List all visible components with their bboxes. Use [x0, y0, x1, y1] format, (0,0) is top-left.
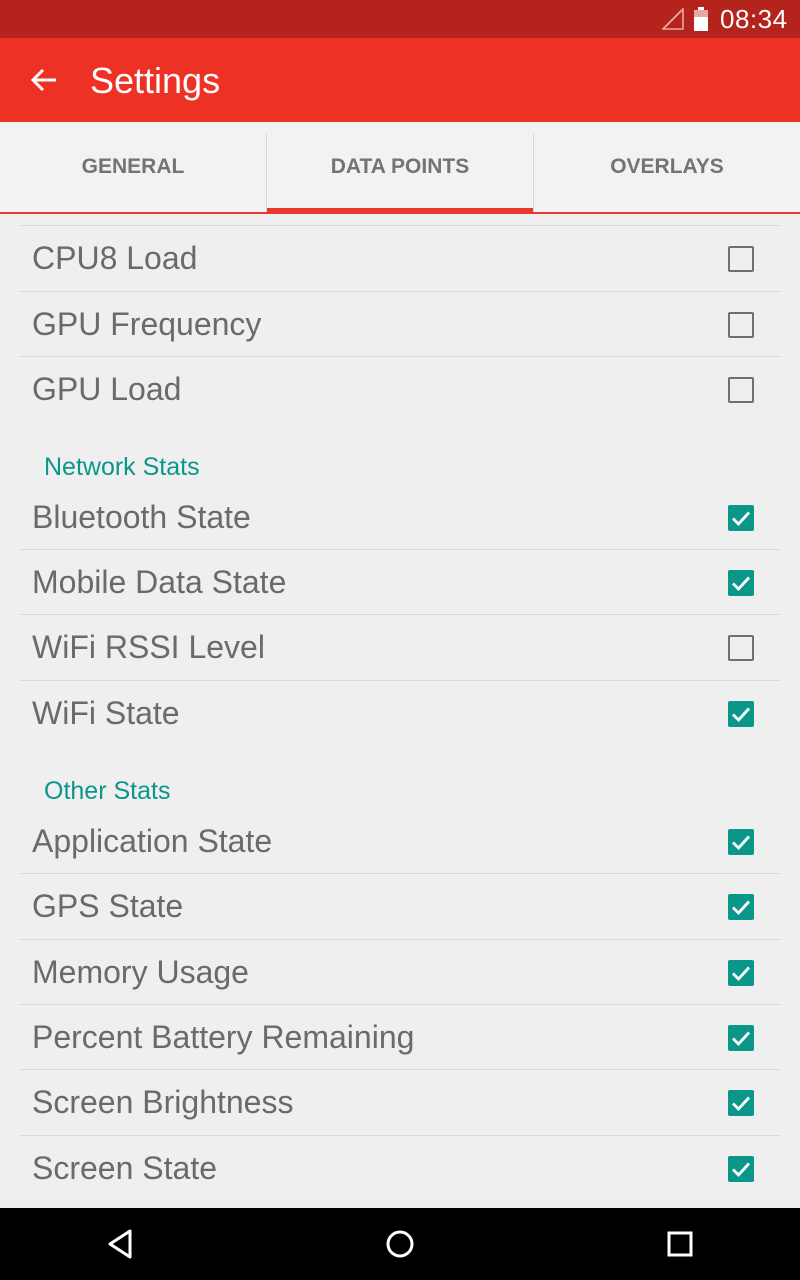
list-item-screen-state[interactable]: Screen State [20, 1136, 780, 1201]
tab-overlays[interactable]: OVERLAYS [534, 122, 800, 212]
checkmark-icon [732, 1096, 751, 1112]
checkmark-icon [732, 900, 751, 916]
checkbox[interactable] [728, 312, 754, 338]
list-item-application-state[interactable]: Application State [20, 809, 780, 874]
checkbox[interactable] [728, 1156, 754, 1182]
checkbox[interactable] [728, 505, 754, 531]
tab-bar: GENERAL DATA POINTS OVERLAYS [0, 122, 800, 214]
list-item-wifi-state[interactable]: WiFi State [20, 681, 780, 746]
list-item-label: GPS State [32, 888, 184, 924]
list-item-cpu8-load[interactable]: CPU8 Load [20, 226, 780, 291]
list-item-label: Application State [32, 823, 273, 859]
section-header-other-stats: Other Stats [44, 777, 171, 805]
list-item-percent-battery-remaining[interactable]: Percent Battery Remaining [20, 1005, 780, 1070]
list-item-label: Screen Brightness [32, 1084, 294, 1120]
list-item-screen-brightness[interactable]: Screen Brightness [20, 1070, 780, 1135]
list-item-wifi-rssi-level[interactable]: WiFi RSSI Level [20, 615, 780, 680]
checkmark-icon [732, 576, 751, 592]
checkmark-icon [732, 1031, 751, 1047]
battery-icon [694, 7, 708, 31]
tab-label: GENERAL [81, 155, 185, 178]
list-item-label: Memory Usage [32, 954, 249, 990]
list-item-memory-usage[interactable]: Memory Usage [20, 940, 780, 1005]
checkbox[interactable] [728, 829, 754, 855]
tab-data-points[interactable]: DATA POINTS [267, 122, 533, 214]
home-circle-icon[interactable] [382, 1226, 418, 1262]
checkbox[interactable] [728, 1090, 754, 1116]
signal-icon [662, 8, 684, 30]
checkmark-icon [732, 835, 751, 851]
system-nav-bar [0, 1208, 800, 1280]
list-item-label: CPU8 Load [32, 240, 198, 276]
tab-general[interactable]: GENERAL [0, 122, 266, 212]
list-item-mobile-data-state[interactable]: Mobile Data State [20, 550, 780, 615]
status-time: 08:34 [720, 4, 788, 34]
list-item-label: Percent Battery Remaining [32, 1019, 415, 1055]
back-triangle-icon[interactable] [102, 1226, 138, 1262]
back-button[interactable] [24, 60, 64, 100]
checkbox[interactable] [728, 701, 754, 727]
tab-label: DATA POINTS [330, 155, 470, 178]
list-item-label: GPU Frequency [32, 306, 262, 342]
checkmark-icon [732, 966, 751, 982]
status-bar: 08:34 [0, 0, 800, 38]
list-item-label: WiFi State [32, 695, 180, 731]
list-item-label: Bluetooth State [32, 499, 251, 535]
arrow-left-icon [30, 68, 56, 92]
list-item-label: Mobile Data State [32, 564, 287, 600]
section-header-network-stats: Network Stats [44, 453, 200, 481]
list-item-label: Screen State [32, 1150, 217, 1186]
tab-label: OVERLAYS [610, 155, 724, 178]
checkbox[interactable] [728, 246, 754, 272]
recents-square-icon[interactable] [662, 1226, 698, 1262]
list-item-gps-state[interactable]: GPS State [20, 874, 780, 939]
list-item-gpu-frequency[interactable]: GPU Frequency [20, 292, 780, 357]
data-points-list[interactable]: CPU8 Load GPU Frequency GPU Load Network… [0, 214, 800, 1208]
checkmark-icon [732, 707, 751, 723]
checkmark-icon [732, 1162, 751, 1178]
checkbox[interactable] [728, 377, 754, 403]
checkbox[interactable] [728, 894, 754, 920]
list-item-label: GPU Load [32, 371, 182, 407]
app-toolbar: Settings [0, 38, 800, 122]
list-item-gpu-load[interactable]: GPU Load [20, 357, 780, 422]
list-item-label: WiFi RSSI Level [32, 629, 265, 665]
checkbox[interactable] [728, 1025, 754, 1051]
checkbox[interactable] [728, 570, 754, 596]
checkbox[interactable] [728, 960, 754, 986]
list-item-bluetooth-state[interactable]: Bluetooth State [20, 485, 780, 550]
page-title: Settings [90, 60, 221, 101]
checkmark-icon [732, 511, 751, 527]
checkbox[interactable] [728, 635, 754, 661]
